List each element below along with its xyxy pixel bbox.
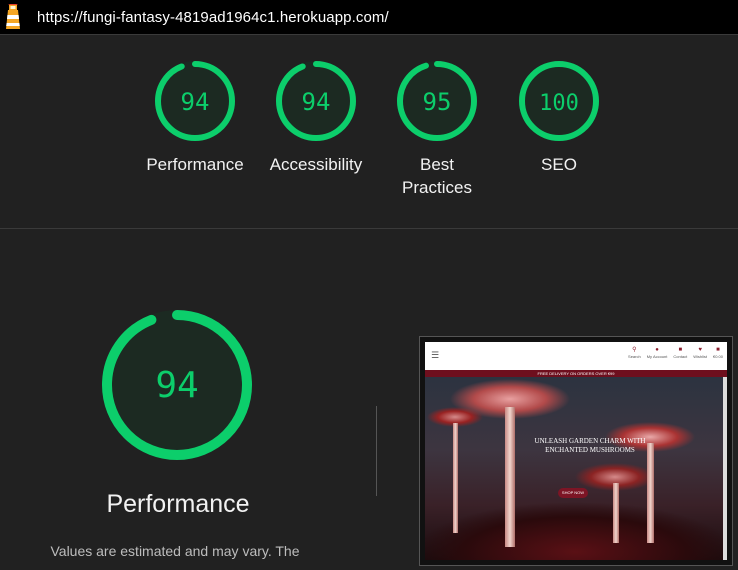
mushroom-stem xyxy=(453,423,458,533)
gauge-label-line: Best xyxy=(419,155,455,174)
final-screenshot[interactable]: ☰ ⚲ Search ● My Account ■ Contact ♥ Wishlist… xyxy=(419,336,733,566)
estimate-note: Values are estimated and may vary. The xyxy=(50,543,300,559)
gauge-score: 100 xyxy=(539,91,579,116)
user-icon: ● xyxy=(655,347,659,353)
vertical-separator xyxy=(376,406,377,496)
gauge-label: Best Practices xyxy=(377,153,497,199)
gauge-label-line: SEO xyxy=(541,155,577,174)
mushroom-stem xyxy=(647,443,654,543)
category-gauge[interactable]: 95 Best Practices xyxy=(377,60,497,199)
bag-icon: ■ xyxy=(716,347,720,353)
thumb-navbar: ☰ ⚲ Search ● My Account ■ Contact ♥ Wishlist… xyxy=(425,342,727,370)
page-url[interactable]: https://fungi-fantasy-4819ad1964c1.herok… xyxy=(37,9,389,26)
thumb-nav-cart: ■ €0.00 xyxy=(712,347,723,359)
performance-title: Performance xyxy=(106,490,250,518)
gauge-ring: 95 xyxy=(397,61,477,141)
thumb-scrollbar xyxy=(723,377,727,560)
gauge-ring: 94 xyxy=(276,61,356,141)
category-gauge[interactable]: 100 SEO xyxy=(499,60,619,176)
gauge-ring: 94 xyxy=(155,61,235,141)
thumb-hero-title: UNLEASH GARDEN CHARM WITH ENCHANTED MUSH… xyxy=(534,437,646,454)
hamburger-icon: ☰ xyxy=(431,350,440,360)
gauge-score: 94 xyxy=(302,88,331,116)
thumb-shop-button: SHOP NOW xyxy=(558,488,588,498)
thumb-hero-image: UNLEASH GARDEN CHARM WITH ENCHANTED MUSH… xyxy=(425,377,727,560)
gauge-label-line: Accessibility xyxy=(269,155,363,174)
big-gauge-score: 94 xyxy=(155,365,198,406)
gauge-label: Accessibility xyxy=(256,153,376,176)
lighthouse-icon xyxy=(6,4,20,29)
mushroom-stem xyxy=(505,407,515,547)
search-icon: ⚲ xyxy=(632,347,637,353)
category-gauge[interactable]: 94 Performance xyxy=(135,60,255,176)
gauge-label-line: Performance xyxy=(146,155,244,174)
chat-icon: ■ xyxy=(678,347,683,353)
gauge-score: 94 xyxy=(181,88,210,116)
thumb-nav-icons: ⚲ Search ● My Account ■ Contact ♥ Wishlist ■… xyxy=(628,346,723,360)
thumb-delivery-banner: FREE DELIVERY ON ORDERS OVER €99 xyxy=(425,370,727,377)
thumb-nav-search: ⚲ Search xyxy=(628,347,641,359)
gauge-ring: 100 xyxy=(519,61,599,141)
thumb-nav-wishlist: ♥ Wishlist xyxy=(693,347,707,359)
category-gauge[interactable]: 94 Accessibility xyxy=(256,60,376,176)
screenshot-frame: ☰ ⚲ Search ● My Account ■ Contact ♥ Wishlist… xyxy=(425,342,727,560)
mushroom-stem xyxy=(613,483,619,543)
gauge-label: Performance xyxy=(135,153,255,176)
gauge-label-line: Practices xyxy=(402,178,472,197)
section-divider xyxy=(0,228,738,229)
thumb-nav-contact: ■ Contact xyxy=(673,347,688,359)
gauge-label: SEO xyxy=(499,153,619,176)
heart-icon: ♥ xyxy=(698,347,702,353)
address-bar: https://fungi-fantasy-4819ad1964c1.herok… xyxy=(0,0,738,35)
thumb-nav-account: ● My Account xyxy=(646,347,668,359)
performance-big-gauge: 94 xyxy=(102,310,252,460)
gauge-score: 95 xyxy=(423,88,452,116)
